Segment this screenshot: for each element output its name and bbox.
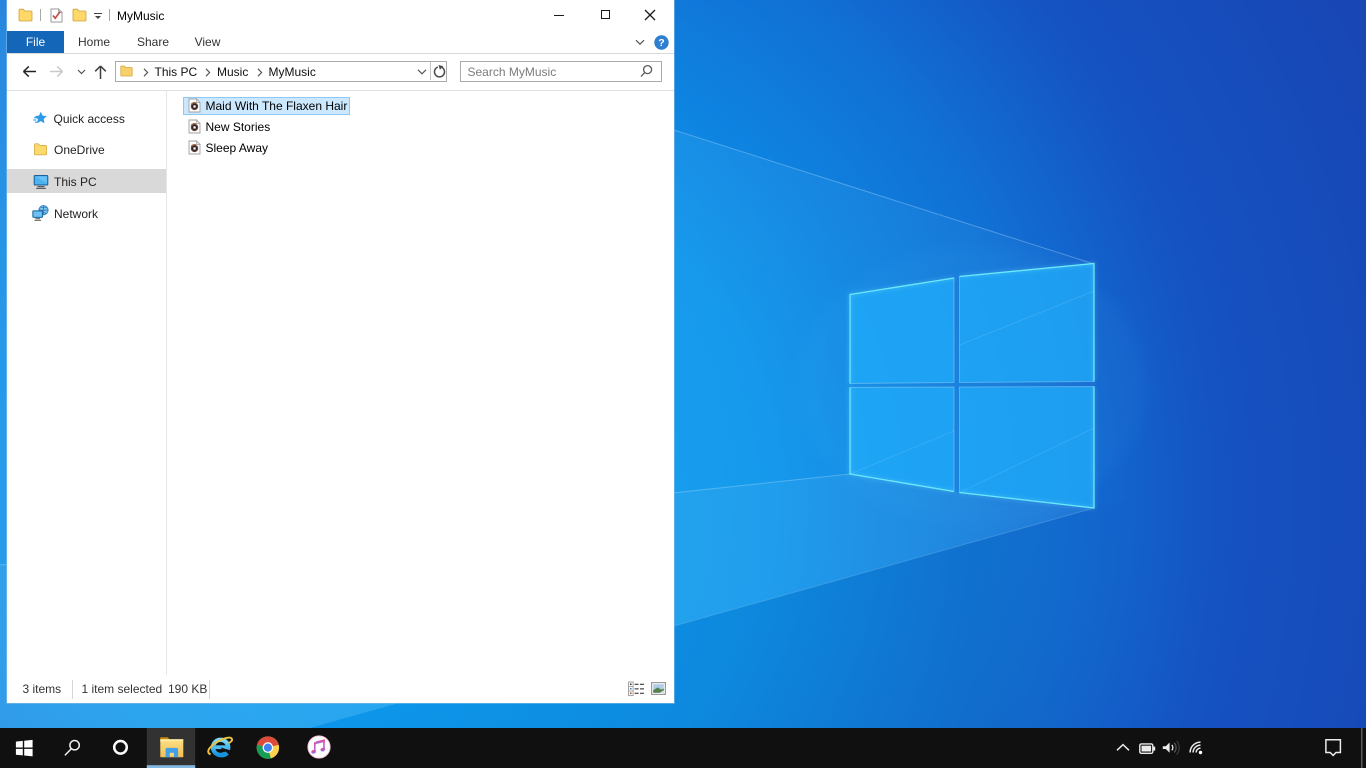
svg-text:?: ?	[658, 37, 664, 49]
